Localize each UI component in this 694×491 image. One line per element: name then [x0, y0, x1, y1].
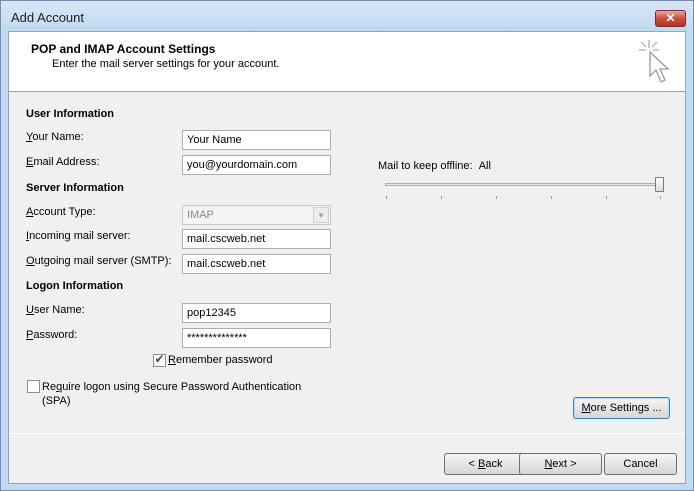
incoming-server-field[interactable]: mail.cscweb.net	[182, 229, 331, 249]
remember-password-label[interactable]: Remember password	[168, 354, 273, 366]
mail-offline-label: Mail to keep offline: All	[378, 160, 491, 172]
require-spa-label[interactable]: Require logon using Secure Password Auth…	[42, 380, 301, 408]
your-name-label: Your Name:	[26, 131, 84, 143]
account-type-select: IMAP ▼	[182, 205, 331, 225]
close-button[interactable]: ✕	[655, 10, 686, 27]
user-name-label: User Name:	[26, 304, 85, 316]
account-type-label: Account Type:	[26, 206, 96, 218]
checkmark-icon: ✔	[154, 352, 165, 366]
mail-offline-slider-track[interactable]	[385, 183, 661, 186]
server-information-heading: Server Information	[26, 182, 124, 194]
slider-tick	[606, 196, 607, 199]
logon-information-heading: Logon Information	[26, 280, 124, 292]
user-name-field[interactable]: pop12345	[182, 303, 331, 323]
account-type-value: IMAP	[187, 209, 214, 221]
cancel-button[interactable]: Cancel	[604, 453, 677, 475]
back-button[interactable]: < Back	[444, 453, 527, 475]
footer-divider	[9, 433, 685, 434]
user-information-heading: User Information	[26, 108, 115, 120]
slider-tick	[441, 196, 442, 199]
slider-tick	[496, 196, 497, 199]
page-title: POP and IMAP Account Settings	[31, 42, 216, 56]
mail-offline-slider-thumb[interactable]	[655, 177, 664, 192]
page-subtitle: Enter the mail server settings for your …	[52, 58, 280, 70]
password-label: Password:	[26, 329, 78, 341]
email-address-field[interactable]: you@yourdomain.com	[182, 155, 331, 175]
chevron-down-icon: ▼	[313, 207, 329, 223]
next-button[interactable]: Next >	[519, 453, 602, 475]
add-account-window: Add Account ✕ POP and IMAP Account Setti…	[0, 0, 694, 491]
cursor-sparkle-icon	[639, 40, 670, 83]
slider-tick	[660, 196, 661, 199]
remember-password-checkbox[interactable]: ✔	[153, 352, 166, 367]
outgoing-server-label: Outgoing mail server (SMTP):	[26, 255, 172, 267]
slider-tick	[386, 196, 387, 199]
email-address-label: Email Address:	[26, 156, 100, 168]
incoming-server-label: Incoming mail server:	[26, 230, 131, 242]
outgoing-server-field[interactable]: mail.cscweb.net	[182, 254, 331, 274]
more-settings-button[interactable]: More Settings ...	[573, 397, 670, 419]
your-name-field[interactable]: Your Name	[182, 130, 331, 150]
dialog-body: POP and IMAP Account Settings Enter the …	[8, 31, 686, 484]
slider-tick	[551, 196, 552, 199]
close-icon: ✕	[665, 11, 676, 25]
window-title: Add Account	[11, 10, 84, 25]
mail-offline-value: All	[478, 160, 491, 172]
title-bar[interactable]: Add Account ✕	[1, 1, 693, 31]
require-spa-checkbox[interactable]	[27, 380, 40, 393]
password-field[interactable]: **************	[182, 328, 331, 348]
wizard-header: POP and IMAP Account Settings Enter the …	[9, 32, 685, 92]
